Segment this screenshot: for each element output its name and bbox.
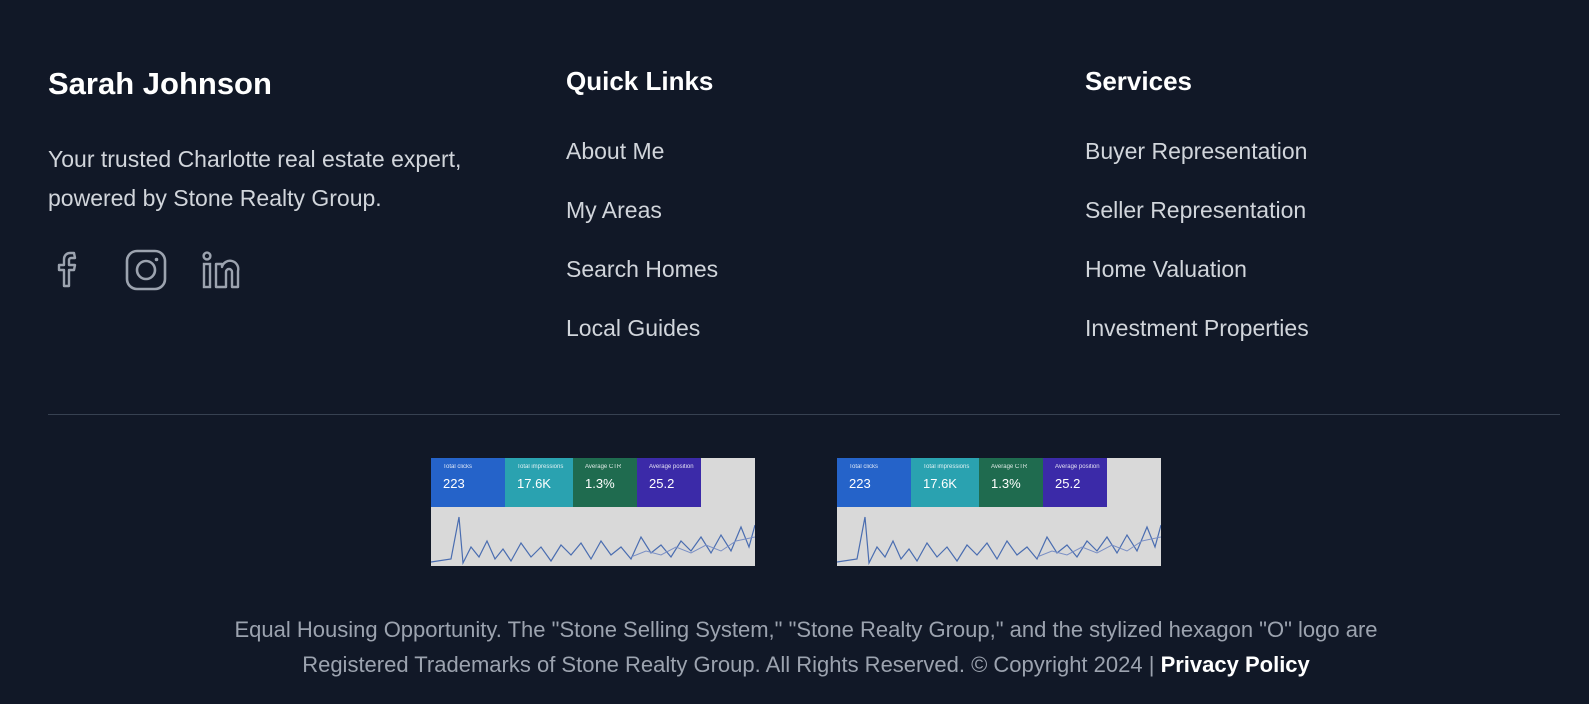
metric-value: 25.2 [1055,476,1081,491]
instagram-link[interactable] [124,248,168,292]
metric-label: Average position [649,464,694,470]
instagram-icon [125,249,167,291]
metric-value: 25.2 [649,476,675,491]
services-heading: Services [1085,66,1192,96]
metric-tiles: Total clicks 223 Total impressions 17.6K… [431,458,701,507]
quick-link-local-guides[interactable]: Local Guides [566,313,718,372]
metric-label: Total clicks [443,464,473,470]
facebook-link[interactable] [48,248,92,292]
metric-tile: Average position 25.2 [637,458,701,507]
quick-links-list: About Me My Areas Search Homes Local Gui… [566,136,718,372]
metric-value: 17.6K [517,476,551,491]
service-seller-representation[interactable]: Seller Representation [1085,195,1309,254]
quick-link-about-me[interactable]: About Me [566,136,718,195]
privacy-policy-link[interactable]: Privacy Policy [1161,652,1310,677]
metric-label: Average position [1055,464,1100,470]
metric-value: 223 [849,476,871,491]
metric-value: 17.6K [923,476,957,491]
metric-tile: Total impressions 17.6K [505,458,573,507]
footer-divider [48,414,1560,415]
metric-tile: Average CTR 1.3% [979,458,1043,507]
service-investment-properties[interactable]: Investment Properties [1085,313,1309,372]
metric-label: Average CTR [991,464,1028,470]
legal-line-2: Registered Trademarks of Stone Realty Gr… [302,652,1155,677]
metric-tile: Average CTR 1.3% [573,458,637,507]
linkedin-link[interactable] [200,248,244,292]
brand-tagline: Your trusted Charlotte real estate exper… [48,146,462,211]
metric-tile: Total clicks 223 [431,458,505,507]
metric-label: Average CTR [585,464,622,470]
quick-link-search-homes[interactable]: Search Homes [566,254,718,313]
linkedin-icon [202,251,240,289]
metric-label: Total clicks [849,464,879,470]
quick-link-my-areas[interactable]: My Areas [566,195,718,254]
sparkline-graphic [431,516,755,566]
facebook-icon [57,251,77,288]
metric-tile: Total clicks 223 [837,458,911,507]
analytics-screenshot-1: Total clicks 223 Total impressions 17.6K… [431,458,755,566]
metric-value: 1.3% [585,476,615,491]
metric-label: Total impressions [923,464,970,470]
metric-value: 223 [443,476,465,491]
legal-notice: Equal Housing Opportunity. The "Stone Se… [0,612,1589,682]
metric-label: Total impressions [517,464,564,470]
metric-tile: Average position 25.2 [1043,458,1107,507]
service-buyer-representation[interactable]: Buyer Representation [1085,136,1309,195]
social-links [48,248,244,292]
brand-name: Sarah Johnson [48,66,272,101]
metric-tiles: Total clicks 223 Total impressions 17.6K… [837,458,1107,507]
analytics-screenshot-2: Total clicks 223 Total impressions 17.6K… [837,458,1161,566]
legal-line-1: Equal Housing Opportunity. The "Stone Se… [234,617,1378,642]
service-home-valuation[interactable]: Home Valuation [1085,254,1309,313]
metric-tile: Total impressions 17.6K [911,458,979,507]
sparkline-graphic [837,516,1161,566]
metric-value: 1.3% [991,476,1021,491]
quick-links-heading: Quick Links [566,66,714,96]
services-list: Buyer Representation Seller Representati… [1085,136,1309,372]
